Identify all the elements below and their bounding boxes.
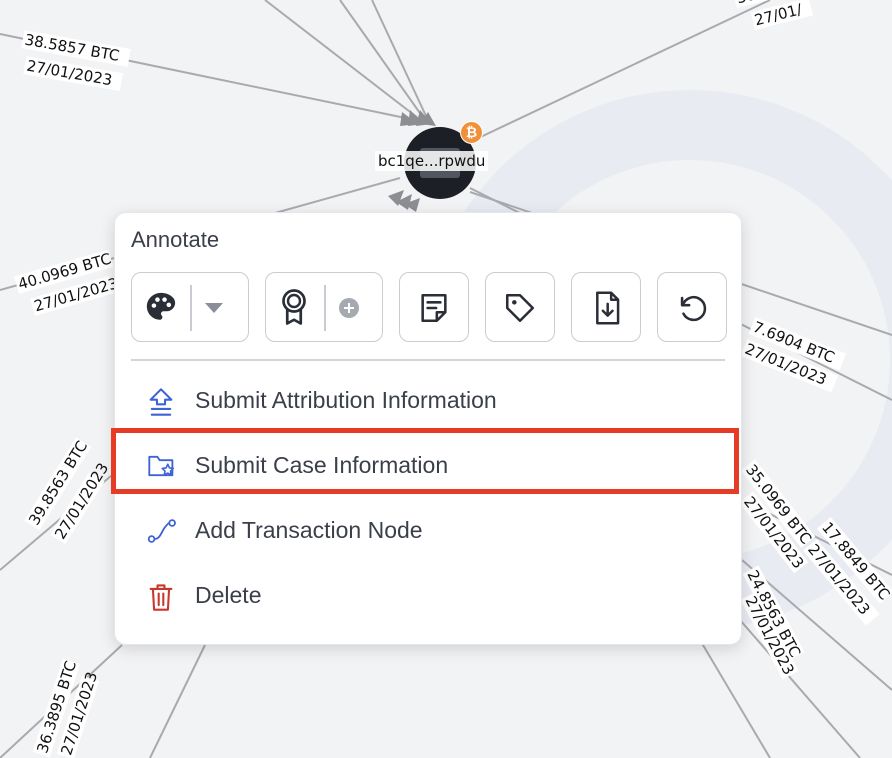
menu-item-label: Submit Attribution Information bbox=[195, 387, 497, 413]
edge-line[interactable] bbox=[149, 644, 206, 758]
folder-star-icon bbox=[148, 455, 175, 477]
submit-case-item[interactable]: Submit Case Information bbox=[115, 438, 741, 494]
menu-divider bbox=[131, 359, 725, 361]
tool-divider bbox=[324, 285, 326, 331]
add-transaction-node-item[interactable]: Add Transaction Node bbox=[115, 503, 741, 559]
route-icon bbox=[147, 519, 176, 543]
node-address-label[interactable]: bc1qe...rpwdu bbox=[375, 151, 489, 171]
tag-icon bbox=[505, 293, 535, 323]
trash-icon bbox=[149, 584, 173, 611]
menu-item-label: Add Transaction Node bbox=[195, 517, 423, 543]
annotate-context-menu: Annotate Submit Attribution Information … bbox=[114, 212, 742, 645]
tag-tool[interactable] bbox=[485, 272, 555, 342]
tool-divider bbox=[190, 285, 192, 331]
menu-title: Annotate bbox=[131, 227, 220, 252]
submit-attribution-item[interactable]: Submit Attribution Information bbox=[115, 373, 741, 429]
palette-icon[interactable] bbox=[144, 290, 178, 324]
edge-line[interactable] bbox=[699, 639, 771, 758]
note-icon bbox=[421, 293, 447, 323]
menu-item-label: Submit Case Information bbox=[195, 452, 449, 478]
menu-item-label: Delete bbox=[195, 582, 262, 608]
download-tool[interactable] bbox=[571, 272, 641, 342]
plus-circle-icon[interactable] bbox=[338, 297, 360, 319]
chevron-down-icon[interactable] bbox=[202, 300, 226, 316]
file-download-icon bbox=[596, 291, 620, 325]
edge-line[interactable] bbox=[264, 0, 419, 119]
edge-amount: 30 bbox=[735, 0, 758, 7]
upload-attribution-icon bbox=[149, 388, 173, 416]
note-tool[interactable] bbox=[399, 272, 469, 342]
undo-icon bbox=[680, 295, 707, 322]
color-palette-tool bbox=[131, 272, 249, 342]
delete-item[interactable]: Delete bbox=[115, 568, 741, 624]
award-icon[interactable] bbox=[276, 287, 312, 327]
reset-tool[interactable] bbox=[657, 272, 727, 342]
bitcoin-icon: ₿ bbox=[460, 121, 483, 144]
award-tool bbox=[265, 272, 383, 342]
